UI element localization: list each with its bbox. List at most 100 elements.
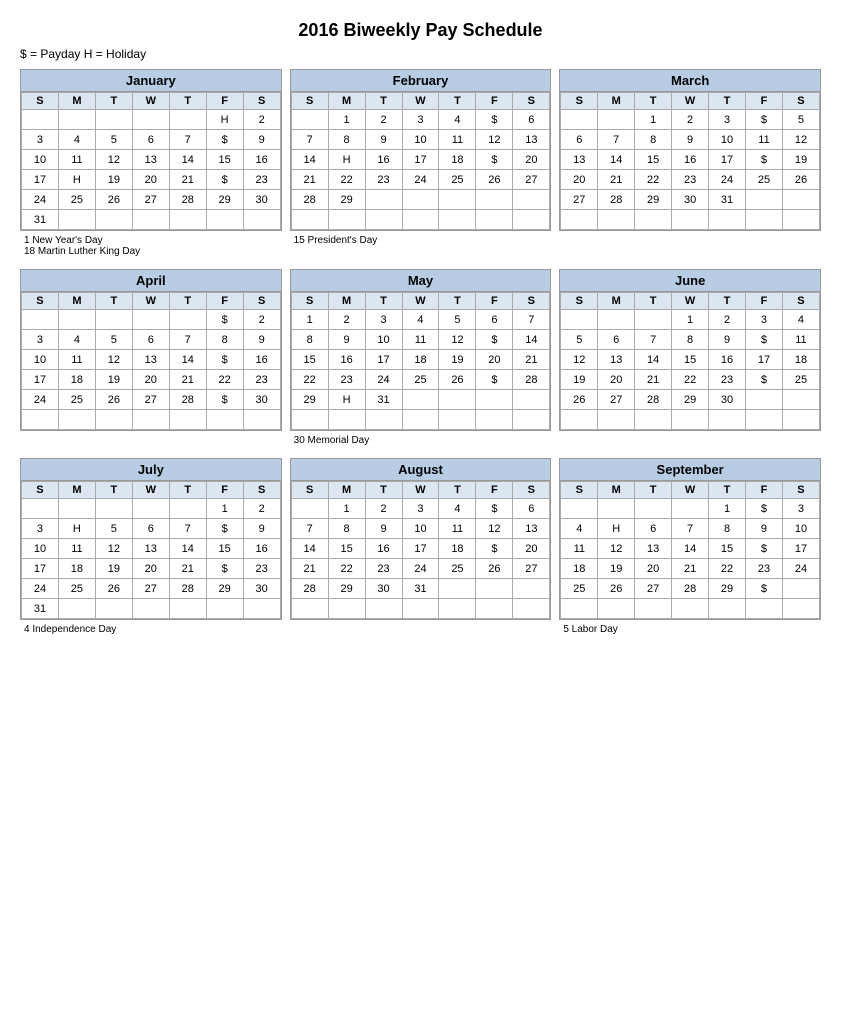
- calendar-cell: 22: [635, 170, 672, 190]
- calendar-cell: 6: [132, 330, 169, 350]
- calendar-cell: 27: [635, 579, 672, 599]
- calendar-row: 10111213141516: [22, 539, 281, 559]
- calendar-cell: 21: [635, 370, 672, 390]
- month-title-june: June: [560, 270, 820, 292]
- page-title: 2016 Biweekly Pay Schedule: [20, 20, 821, 41]
- day-header: W: [402, 93, 439, 110]
- calendar-cell: 26: [476, 170, 513, 190]
- calendar-cell: 25: [58, 579, 95, 599]
- calendar-cell: 13: [132, 150, 169, 170]
- calendar-cell: 11: [439, 519, 476, 539]
- calendar-row: [561, 410, 820, 430]
- calendar-cell: 11: [439, 130, 476, 150]
- calendar-cell: 14: [598, 150, 635, 170]
- calendar-row: 1234: [561, 310, 820, 330]
- calendar-cell: 18: [782, 350, 819, 370]
- calendar-cell: [291, 110, 328, 130]
- calendar-cell: 25: [58, 390, 95, 410]
- calendar-cell: [243, 210, 280, 230]
- calendar-cell: 30: [243, 190, 280, 210]
- calendar-row: 34567$9: [22, 130, 281, 150]
- calendar-cell: [561, 110, 598, 130]
- calendar-cell: 22: [672, 370, 709, 390]
- calendar-cell: 11: [782, 330, 819, 350]
- calendar-cell: 4: [561, 519, 598, 539]
- calendar-cell: $: [206, 559, 243, 579]
- calendar-row: 89101112$14: [291, 330, 550, 350]
- calendar-cell: 10: [402, 130, 439, 150]
- day-header: S: [782, 293, 819, 310]
- calendar-cell: 28: [672, 579, 709, 599]
- calendar-cell: 28: [169, 190, 206, 210]
- calendar-cell: [95, 499, 132, 519]
- month-block-february: FebruarySMTWTFS1234$67891011121314H16171…: [290, 69, 552, 231]
- calendar-cell: 7: [291, 130, 328, 150]
- calendar-row: [291, 210, 550, 230]
- calendar-cell: 4: [782, 310, 819, 330]
- cal-table-may: SMTWTFS123456789101112$14151617181920212…: [291, 292, 551, 430]
- calendar-row: 4H678910: [561, 519, 820, 539]
- calendar-row: $2: [22, 310, 281, 330]
- calendar-cell: 12: [598, 539, 635, 559]
- calendar-cell: 13: [513, 130, 550, 150]
- calendar-row: 15161718192021: [291, 350, 550, 370]
- calendar-cell: 12: [782, 130, 819, 150]
- calendar-cell: $: [476, 499, 513, 519]
- cal-table-july: SMTWTFS123H567$9101112131415161718192021…: [21, 481, 281, 619]
- calendar-cell: 11: [58, 350, 95, 370]
- calendar-cell: 10: [709, 130, 746, 150]
- month-title-march: March: [560, 70, 820, 92]
- calendar-cell: $: [476, 539, 513, 559]
- calendar-cell: 8: [328, 519, 365, 539]
- calendar-cell: [22, 410, 59, 430]
- calendar-cell: H: [328, 150, 365, 170]
- calendar-cell: 12: [561, 350, 598, 370]
- calendar-row: 12131415161718: [561, 350, 820, 370]
- calendar-cell: 23: [243, 559, 280, 579]
- calendar-cell: 30: [672, 190, 709, 210]
- calendar-cell: 28: [169, 579, 206, 599]
- calendar-cell: $: [206, 170, 243, 190]
- calendar-cell: 24: [22, 390, 59, 410]
- calendar-cell: 3: [365, 310, 402, 330]
- calendar-cell: $: [746, 579, 783, 599]
- calendar-cell: 30: [709, 390, 746, 410]
- calendar-cell: 20: [598, 370, 635, 390]
- calendar-cell: [561, 310, 598, 330]
- day-header: S: [22, 93, 59, 110]
- month-notes-may: 30 Memorial Day: [290, 433, 552, 448]
- calendar-cell: [169, 410, 206, 430]
- calendar-row: 28293031: [291, 579, 550, 599]
- calendar-cell: [782, 410, 819, 430]
- calendar-cell: 31: [22, 210, 59, 230]
- calendar-cell: [513, 410, 550, 430]
- calendar-cell: [365, 410, 402, 430]
- calendar-cell: 12: [95, 539, 132, 559]
- calendar-cell: 25: [439, 170, 476, 190]
- calendar-cell: 19: [95, 559, 132, 579]
- calendar-cell: 2: [365, 110, 402, 130]
- month-block-may: MaySMTWTFS123456789101112$14151617181920…: [290, 269, 552, 431]
- calendar-cell: 7: [169, 330, 206, 350]
- calendar-row: 1011121314$16: [22, 350, 281, 370]
- calendar-cell: [132, 499, 169, 519]
- calendar-cell: H: [206, 110, 243, 130]
- calendar-cell: 7: [635, 330, 672, 350]
- calendar-row: [561, 210, 820, 230]
- calendar-cell: 15: [328, 539, 365, 559]
- calendar-cell: $: [206, 350, 243, 370]
- calendar-cell: 6: [598, 330, 635, 350]
- calendar-cell: 26: [782, 170, 819, 190]
- day-header: T: [709, 93, 746, 110]
- calendar-cell: 26: [598, 579, 635, 599]
- calendar-cell: 7: [513, 310, 550, 330]
- day-header: W: [672, 93, 709, 110]
- month-notes-march: [559, 233, 821, 259]
- day-header: F: [206, 482, 243, 499]
- day-header: F: [476, 93, 513, 110]
- calendar-cell: [132, 210, 169, 230]
- day-header: S: [782, 93, 819, 110]
- calendar-cell: 14: [291, 539, 328, 559]
- cal-table-april: SMTWTFS$234567891011121314$1617181920212…: [21, 292, 281, 430]
- calendar-cell: 25: [439, 559, 476, 579]
